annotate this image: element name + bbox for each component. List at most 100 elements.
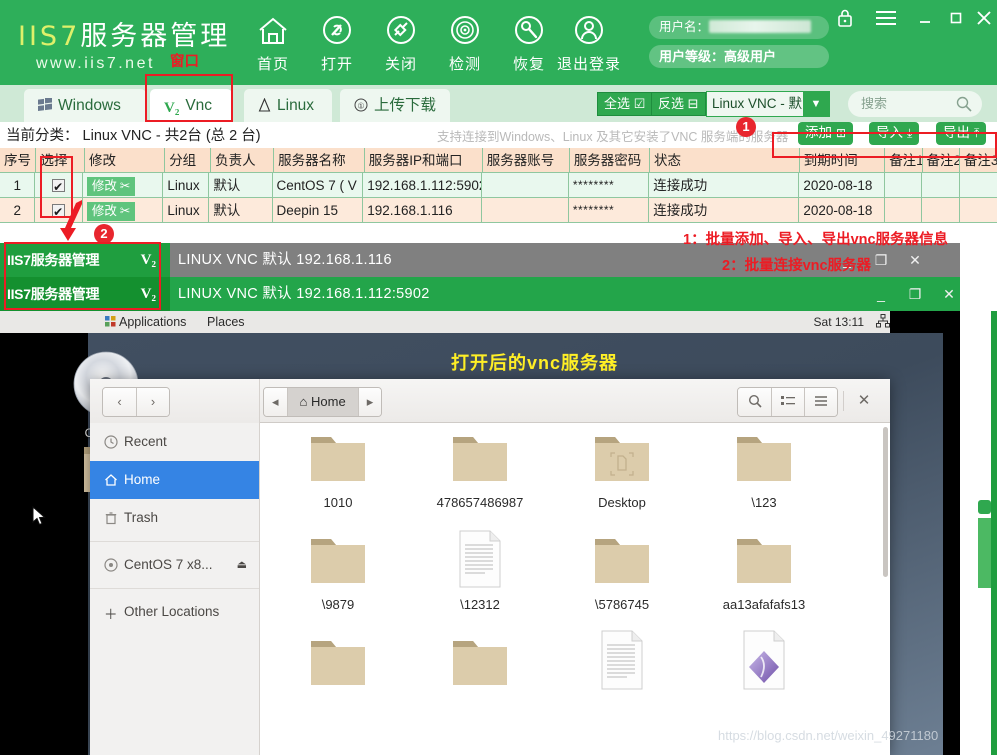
nav-logout-label: 退出登录 bbox=[552, 53, 626, 74]
import-button-label: 导入 bbox=[876, 125, 903, 140]
maximize-icon[interactable] bbox=[948, 10, 964, 26]
sidebar-item-recent[interactable]: Recent bbox=[90, 423, 259, 461]
modify-button[interactable]: 修改✂ bbox=[87, 202, 136, 221]
folder-icon bbox=[449, 635, 511, 691]
nav-open[interactable]: 打开 bbox=[304, 10, 370, 74]
file-name: \123 bbox=[693, 495, 835, 510]
forward-icon[interactable]: › bbox=[136, 388, 169, 416]
list-item[interactable]: aa13afafafs13 bbox=[693, 533, 835, 612]
list-item[interactable]: Desktop bbox=[551, 431, 693, 510]
nav-logout[interactable]: 退出登录 bbox=[552, 10, 626, 74]
list-item[interactable] bbox=[693, 629, 835, 699]
lock-icon[interactable] bbox=[836, 8, 854, 28]
network-icon[interactable] bbox=[876, 314, 890, 333]
file-manager-close-icon[interactable]: ✕ bbox=[850, 387, 878, 415]
breadcrumb-home[interactable]: ⌂ Home bbox=[287, 388, 358, 416]
list-item[interactable] bbox=[267, 635, 409, 699]
back-icon[interactable]: ‹ bbox=[103, 388, 136, 416]
file-list-scrollbar[interactable] bbox=[883, 427, 888, 577]
breadcrumb: ◂ ⌂ Home ▸ bbox=[263, 387, 382, 417]
select-all-button[interactable]: 全选 ☑ bbox=[597, 92, 652, 116]
sidebar-item-home[interactable]: Home bbox=[90, 461, 259, 499]
cell-status: 连接成功 bbox=[649, 173, 799, 198]
category-dropdown[interactable]: Linux VNC - 默 ▼ bbox=[706, 91, 830, 117]
list-item[interactable]: 478657486987 bbox=[409, 431, 551, 510]
vnc-window-title-2: LINUX VNC 默认 192.168.1.112:5902 bbox=[178, 277, 430, 311]
modify-button[interactable]: 修改✂ bbox=[87, 177, 136, 196]
page-scrollbar-up-button[interactable] bbox=[978, 500, 991, 514]
folder-icon bbox=[591, 533, 653, 589]
gnome-places-menu[interactable]: Places bbox=[207, 311, 245, 333]
close-icon[interactable] bbox=[975, 9, 993, 27]
search-icon[interactable] bbox=[738, 388, 771, 416]
hamburger-menu-icon[interactable] bbox=[804, 388, 837, 416]
list-item[interactable] bbox=[409, 635, 551, 699]
vnc-logo-icon: V₂ bbox=[141, 277, 156, 311]
col-status: 状态 bbox=[650, 148, 800, 173]
page-scrollbar-thumb[interactable] bbox=[978, 518, 991, 588]
cell-account bbox=[482, 198, 569, 223]
add-button-label: 添加 bbox=[805, 125, 832, 140]
list-item[interactable]: \123 bbox=[693, 431, 835, 510]
vnc2-maximize-icon[interactable]: ❐ bbox=[898, 277, 932, 311]
minimize-icon[interactable] bbox=[917, 10, 933, 26]
username-label: 用户名： bbox=[659, 20, 709, 34]
cell-server-name: Deepin 15 bbox=[273, 198, 364, 223]
tab-vnc[interactable]: V₂Vnc bbox=[150, 89, 232, 122]
gnome-applications-menu[interactable]: Applications bbox=[105, 311, 186, 333]
cell-expire: 2020-08-18 bbox=[799, 173, 885, 198]
breadcrumb-next-button[interactable]: ▸ bbox=[358, 388, 382, 416]
chevron-down-icon: ▼ bbox=[803, 92, 829, 116]
userlevel-row: 用户等级：高级用户 bbox=[649, 45, 829, 68]
document-icon bbox=[597, 629, 647, 691]
cell-modify[interactable]: 修改✂ bbox=[83, 173, 163, 198]
tab-linux[interactable]: Linux bbox=[244, 89, 332, 122]
vnc-window-bar-2[interactable]: IIS7服务器管理 V₂ LINUX VNC 默认 192.168.1.112:… bbox=[0, 277, 960, 311]
list-item[interactable]: \5786745 bbox=[551, 533, 693, 612]
add-button[interactable]: 添加⊞ bbox=[798, 122, 853, 145]
folder-icon bbox=[307, 533, 369, 589]
col-account: 服务器账号 bbox=[483, 148, 570, 173]
watermark: https://blog.csdn.net/weixin_49271180 bbox=[718, 728, 938, 743]
import-button[interactable]: 导入⤓ bbox=[869, 122, 919, 145]
list-item[interactable]: \9879 bbox=[267, 533, 409, 612]
file-manager-toolbar bbox=[737, 387, 838, 417]
sidebar-item-other-locations[interactable]: ＋Other Locations bbox=[90, 593, 259, 631]
sidebar-item-home-label: Home bbox=[124, 472, 160, 487]
nav-close[interactable]: 关闭 bbox=[368, 10, 434, 74]
export-button[interactable]: 导出⤒ bbox=[936, 122, 986, 145]
tab-upload-download[interactable]: ①上传下载 bbox=[340, 89, 450, 122]
vnc2-minimize-icon[interactable]: _ bbox=[864, 277, 898, 311]
yellow-annotation-text: 打开后的vnc服务器 bbox=[451, 349, 618, 375]
sidebar-item-trash[interactable]: Trash bbox=[90, 499, 259, 537]
nav-detect[interactable]: 检测 bbox=[432, 10, 498, 74]
vnc2-close-icon[interactable]: ✕ bbox=[932, 277, 966, 311]
list-item[interactable]: \12312 bbox=[409, 529, 551, 612]
sidebar-item-centos-disc[interactable]: CentOS 7 x8... ⏏ bbox=[90, 546, 259, 584]
breadcrumb-prev-button[interactable]: ◂ bbox=[264, 388, 287, 416]
vnc-desktop: Applications Places Sat 13:11 打开后的vnc服务器… bbox=[0, 311, 960, 755]
current-category-text: 当前分类： Linux VNC - 共2台 (总 2 台) bbox=[6, 124, 261, 145]
table-row[interactable]: 2 修改✂ Linux 默认 Deepin 15 192.168.1.116 *… bbox=[0, 198, 997, 223]
list-item[interactable]: 1010 bbox=[267, 431, 409, 510]
cell-modify[interactable]: 修改✂ bbox=[83, 198, 163, 223]
list-item[interactable] bbox=[551, 629, 693, 699]
table-row[interactable]: 1 修改✂ Linux 默认 CentOS 7 ( V 192.168.1.11… bbox=[0, 173, 997, 198]
nav-home[interactable]: 首页 bbox=[240, 10, 306, 74]
tab-windows[interactable]: Windows bbox=[24, 89, 146, 122]
user-logout-icon bbox=[552, 10, 626, 52]
folder-icon bbox=[307, 431, 369, 487]
eject-icon[interactable]: ⏏ bbox=[237, 546, 247, 584]
cell-group: Linux bbox=[163, 198, 209, 223]
row-checkbox[interactable] bbox=[52, 179, 65, 192]
col-owner: 负责人 bbox=[211, 148, 274, 173]
view-list-icon[interactable] bbox=[771, 388, 804, 416]
sidebar-divider bbox=[90, 541, 259, 542]
search-input[interactable]: 搜索 bbox=[848, 91, 982, 117]
row-checkbox-cell[interactable] bbox=[35, 173, 82, 198]
brand-prefix: IIS7 bbox=[18, 21, 80, 52]
col-note3: 备注3 bbox=[960, 148, 997, 173]
invert-select-button[interactable]: 反选 ⊟ bbox=[651, 92, 706, 116]
menu-icon[interactable] bbox=[875, 9, 897, 27]
file-name: \9879 bbox=[267, 597, 409, 612]
